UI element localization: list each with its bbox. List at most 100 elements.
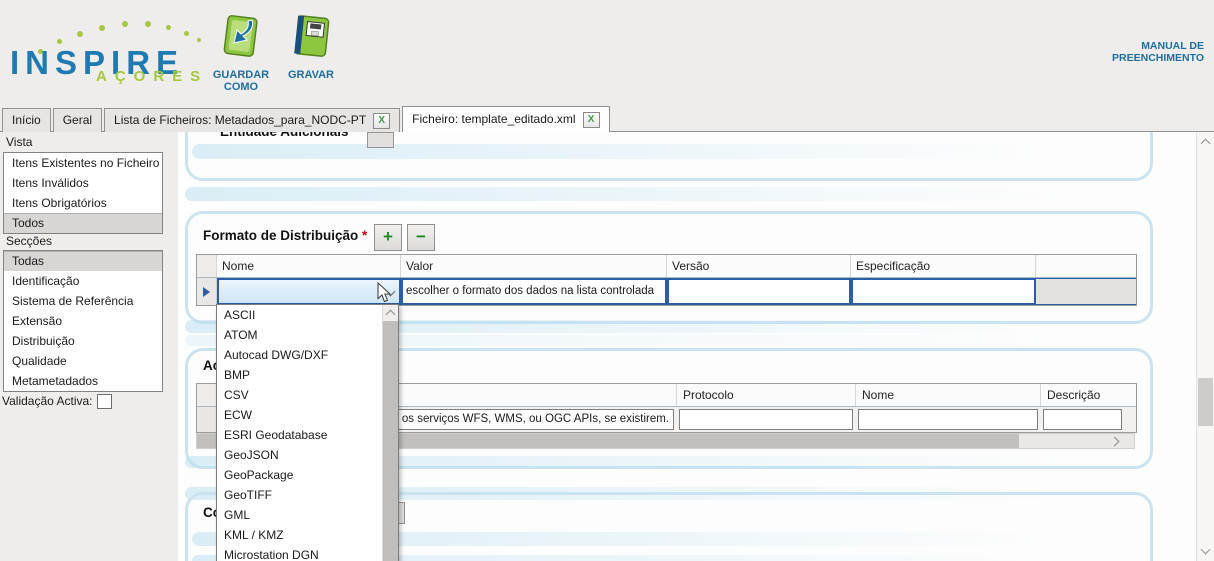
dropdown-item-esri-geodatabase[interactable]: ESRI Geodatabase [217,425,383,445]
save-icon [286,12,336,62]
vista-label: Vista [6,135,32,149]
dropdown-item-geotiff[interactable]: GeoTIFF [217,485,383,505]
scroll-up-icon[interactable] [1201,139,1211,149]
scroll-right-icon[interactable] [1110,437,1120,447]
row-marker-cell [197,407,217,432]
vista-item-invalidos[interactable]: Itens Inválidos [4,173,162,193]
decor-stripe [192,144,1042,159]
dropdown-item-ecw[interactable]: ECW [217,405,383,425]
formato-title-text: Formato de Distribuição [203,228,358,243]
seccao-item-extensao[interactable]: Extensão [4,311,162,331]
column-header-valor[interactable]: Valor [401,255,667,277]
combo-dropdown-icon[interactable] [386,287,396,297]
especificacao-field[interactable] [851,278,1036,305]
seccao-item-qualidade[interactable]: Qualidade [4,351,162,371]
scroll-up-icon[interactable] [386,310,396,320]
column-header-nome[interactable]: Nome [217,255,401,277]
required-asterisk: * [362,228,367,243]
gravar-button[interactable]: GRAVAR [274,12,348,81]
seccoes-listbox: Todas Identificação Sistema de Referênci… [3,250,163,392]
close-tab-icon[interactable]: X [583,112,600,128]
validacao-checkbox[interactable] [97,394,112,409]
top-section-button[interactable] [367,132,394,148]
tab-label: Início [12,109,41,132]
dropdown-item-autocad[interactable]: Autocad DWG/DXF [217,345,383,365]
dropdown-item-microstation-dgn[interactable]: Microstation DGN [217,545,383,561]
seccao-item-metametadados[interactable]: Metametadados [4,371,162,391]
dropdown-scroll-thumb[interactable] [383,321,398,561]
dropdown-item-csv[interactable]: CSV [217,385,383,405]
vista-item-todos[interactable]: Todos [4,213,162,233]
nome-field[interactable] [858,409,1038,430]
nome-combobox[interactable] [217,278,401,305]
logo-arc-dot [197,38,201,42]
protocolo-field[interactable] [679,409,853,430]
seccoes-label: Secções [6,234,52,248]
dropdown-item-atom[interactable]: ATOM [217,325,383,345]
logo-subtext: AÇORES [96,68,208,85]
vista-listbox: Itens Existentes no Ficheiro Itens Invál… [3,152,163,234]
tab-page-content: Entidade Adicionais Formato de Distribui… [178,132,1196,561]
scroll-down-icon[interactable] [1201,545,1211,555]
logo-arc-dot [166,25,171,30]
tab-geral[interactable]: Geral [53,108,102,132]
gravar-label: GRAVAR [274,69,348,81]
formato-grid: Nome Valor Versão Especificação escolher… [196,254,1137,306]
row-marker-icon [203,287,210,297]
row-filler-cell [1036,278,1136,305]
column-header-protocolo[interactable]: Protocolo [677,384,856,406]
valor-field[interactable]: escolher o formato dos dados na lista co… [401,278,667,305]
vista-item-obrigatorios[interactable]: Itens Obrigatórios [4,193,162,213]
validacao-label: Validação Activa: [2,394,93,408]
main-vertical-scrollbar[interactable] [1196,132,1214,561]
tab-ficheiro-template[interactable]: Ficheiro: template_editado.xml X [402,106,609,132]
column-header-empty [1036,255,1136,277]
column-header-versao[interactable]: Versão [667,255,851,277]
formato-dropdown-list: ASCII ATOM Autocad DWG/DXF BMP CSV ECW E… [216,304,399,561]
save-as-icon [216,12,266,62]
column-header-descricao[interactable]: Descrição [1041,384,1136,406]
app-window: INSPIRE AÇORES GUARDAR COMO GRAVAR MANUA… [0,0,1214,561]
descricao-cell [1041,407,1136,432]
tab-inicio[interactable]: Início [2,108,51,132]
dropdown-item-bmp[interactable]: BMP [217,365,383,385]
column-header-nome[interactable]: Nome [856,384,1041,406]
seccao-item-distribuicao[interactable]: Distribuição [4,331,162,351]
formato-section-title: Formato de Distribuição * [203,228,367,243]
column-header-especificacao[interactable]: Especificação [851,255,1036,277]
vscroll-thumb[interactable] [1198,378,1213,426]
remove-row-button[interactable]: − [407,224,435,251]
dropdown-item-gml[interactable]: GML [217,505,383,525]
seccao-item-sistema-referencia[interactable]: Sistema de Referência [4,291,162,311]
dropdown-scrollbar[interactable] [382,305,398,561]
dropdown-item-ascii[interactable]: ASCII [217,305,383,325]
logo-arc-dot [99,25,105,31]
vista-item-existentes[interactable]: Itens Existentes no Ficheiro [4,153,162,173]
manual-link[interactable]: MANUAL DE PREENCHIMENTO [1104,40,1204,64]
versao-field[interactable] [667,278,851,305]
logo-arc-dot [184,31,189,36]
descricao-field[interactable] [1043,409,1122,430]
add-row-button[interactable]: + [374,224,402,251]
top-section-title: Entidade Adicionais [220,132,349,139]
tab-bar: Início Geral Lista de Ficheiros: Metadad… [0,106,1214,132]
formato-grid-row: escolher o formato dos dados na lista co… [197,278,1136,305]
tab-label: Lista de Ficheiros: Metadados_para_NODC-… [114,109,366,132]
row-marker-header [197,255,217,277]
dropdown-item-geopackage[interactable]: GeoPackage [217,465,383,485]
dropdown-item-kml-kmz[interactable]: KML / KMZ [217,525,383,545]
decor-stripe [185,187,1065,201]
tab-label: Geral [63,109,92,132]
logo-arc-dot [122,21,128,27]
current-row-marker [197,278,217,305]
close-tab-icon[interactable]: X [373,113,390,129]
seccao-item-todas[interactable]: Todas [4,251,162,271]
guardar-como-button[interactable]: GUARDAR COMO [204,12,278,93]
logo-arc-dot [77,31,83,37]
tab-lista-ficheiros[interactable]: Lista de Ficheiros: Metadados_para_NODC-… [104,108,400,132]
dropdown-item-geojson[interactable]: GeoJSON [217,445,383,465]
guardar-como-label: GUARDAR COMO [204,69,278,93]
top-section-title-clipped: Entidade Adicionais [220,132,440,142]
formato-grid-header: Nome Valor Versão Especificação [197,255,1136,278]
seccao-item-identificacao[interactable]: Identificação [4,271,162,291]
